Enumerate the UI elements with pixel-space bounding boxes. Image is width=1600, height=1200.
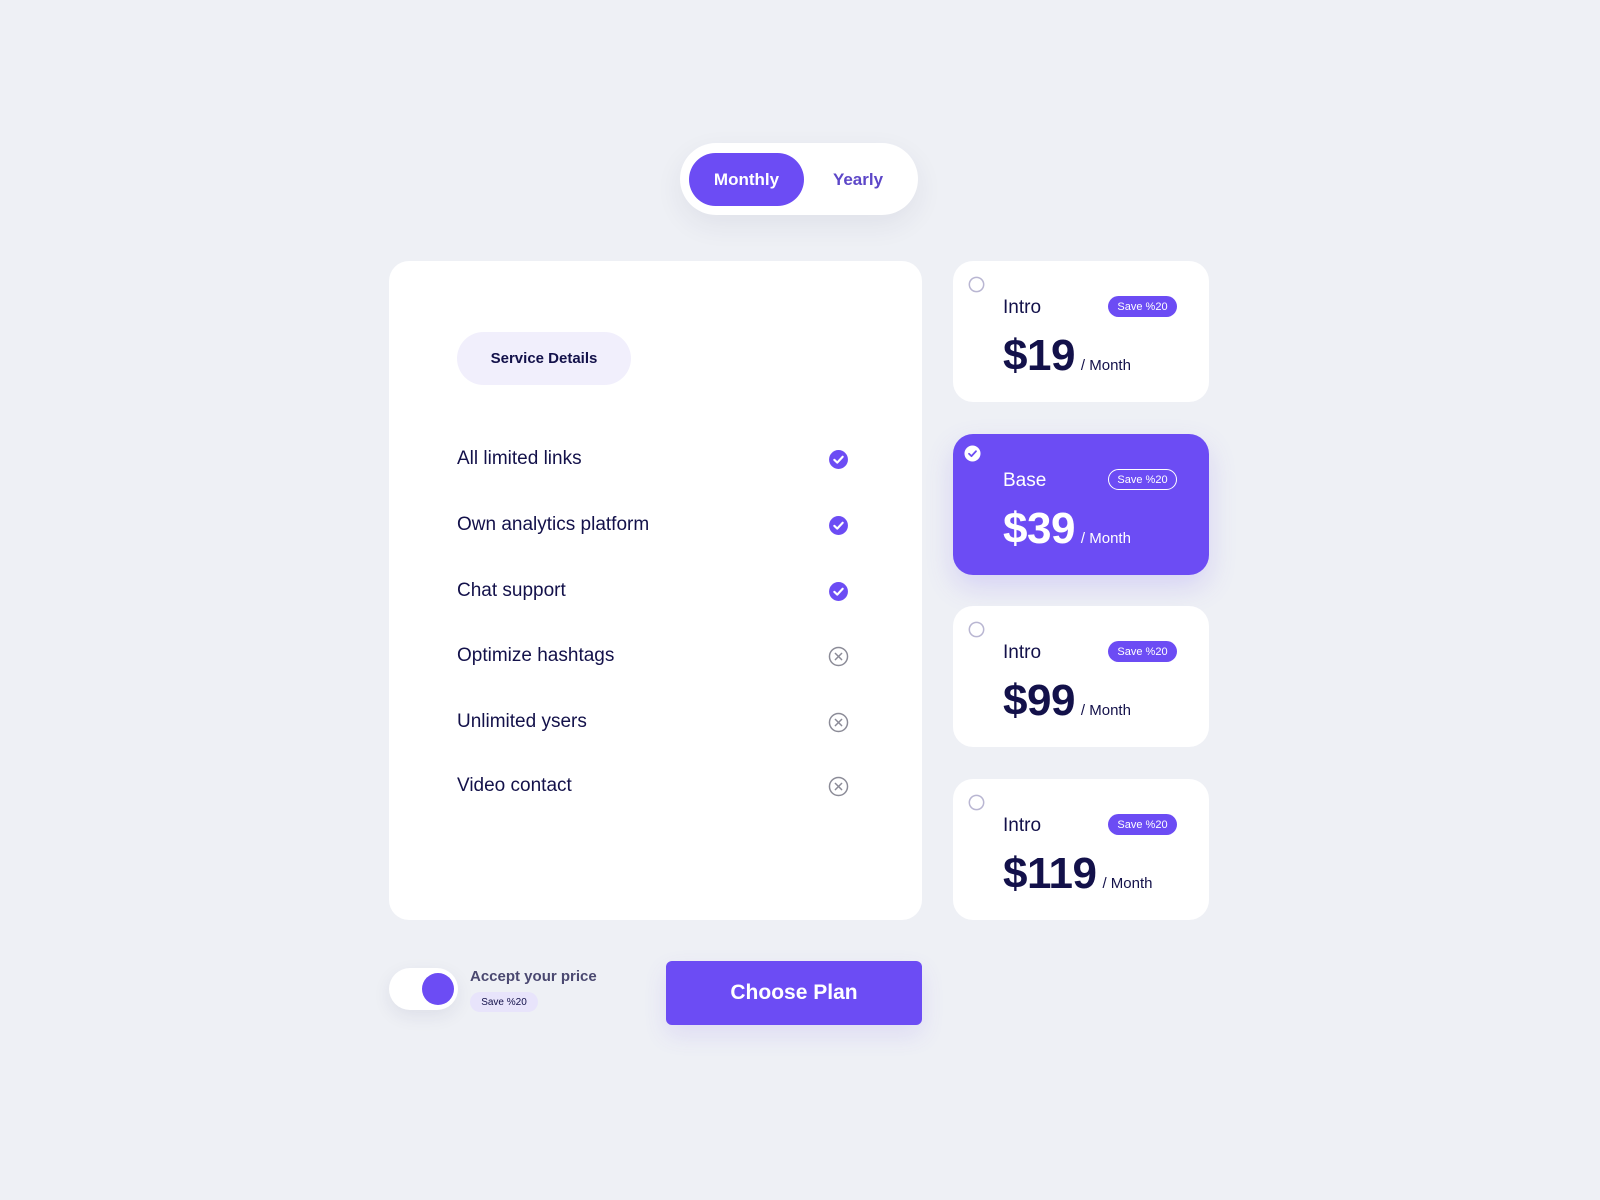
plan-name: Intro [1003, 815, 1042, 836]
feature-row: All limited links [457, 444, 849, 474]
plan-period: / Month [1080, 702, 1131, 719]
plan-price: $19 [1003, 331, 1075, 380]
yearly-option[interactable]: Yearly [808, 153, 908, 206]
feature-row: Own analytics platform [457, 510, 849, 540]
plan-card-base-39[interactable]: Base Save %20 $39 / Month [953, 434, 1209, 575]
radio-check-icon[interactable] [964, 445, 981, 462]
radio-empty-icon[interactable] [968, 276, 985, 293]
plan-price: $99 [1003, 676, 1075, 725]
plan-period: / Month [1102, 875, 1153, 892]
plan-period: / Month [1080, 357, 1131, 374]
plan-card-intro-99[interactable]: Intro Save %20 $99 / Month [953, 606, 1209, 747]
check-circle-icon [829, 449, 848, 469]
save-badge: Save %20 [1108, 469, 1177, 490]
toggle-knob[interactable] [422, 973, 454, 1005]
feature-label: Chat support [457, 580, 566, 601]
plan-period: / Month [1080, 530, 1131, 547]
feature-label: Video contact [457, 775, 572, 796]
feature-row: Unlimited ysers [457, 707, 849, 737]
radio-empty-icon[interactable] [968, 794, 985, 811]
choose-plan-button[interactable]: Choose Plan [666, 961, 922, 1025]
plan-name: Base [1003, 470, 1047, 491]
save-badge: Save %20 [470, 992, 538, 1012]
feature-row: Video contact [457, 771, 849, 801]
monthly-option[interactable]: Monthly [689, 153, 804, 206]
plan-card-intro-119[interactable]: Intro Save %20 $119 / Month [953, 779, 1209, 920]
x-circle-icon [828, 646, 849, 666]
service-details-label: Service Details [457, 332, 631, 385]
accept-price-toggle[interactable] [389, 968, 458, 1010]
feature-row: Optimize hashtags [457, 641, 849, 671]
feature-label: Own analytics platform [457, 514, 650, 535]
plan-price-row: $119 / Month [1003, 849, 1153, 899]
plan-price-row: $39 / Month [1003, 504, 1131, 554]
save-badge: Save %20 [1108, 296, 1177, 317]
x-circle-icon [828, 712, 849, 732]
plan-price-row: $99 / Month [1003, 676, 1131, 726]
save-badge: Save %20 [1108, 814, 1177, 835]
check-circle-icon [829, 581, 848, 601]
plan-card-intro-19[interactable]: Intro Save %20 $19 / Month [953, 261, 1209, 402]
plan-price-row: $19 / Month [1003, 331, 1131, 381]
accept-price-label: Accept your price [470, 968, 597, 985]
plan-name: Intro [1003, 642, 1042, 663]
radio-empty-icon[interactable] [968, 621, 985, 638]
feature-label: All limited links [457, 448, 582, 469]
check-circle-icon [829, 515, 848, 535]
plan-name: Intro [1003, 297, 1042, 318]
x-circle-icon [828, 776, 849, 796]
plan-price: $119 [1003, 849, 1097, 898]
feature-label: Unlimited ysers [457, 711, 587, 732]
feature-label: Optimize hashtags [457, 645, 615, 666]
service-details-panel: Service Details All limited links Own an… [389, 261, 922, 920]
plan-price: $39 [1003, 504, 1075, 553]
save-badge: Save %20 [1108, 641, 1177, 662]
billing-period-toggle: Monthly Yearly [680, 143, 918, 215]
feature-row: Chat support [457, 576, 849, 606]
